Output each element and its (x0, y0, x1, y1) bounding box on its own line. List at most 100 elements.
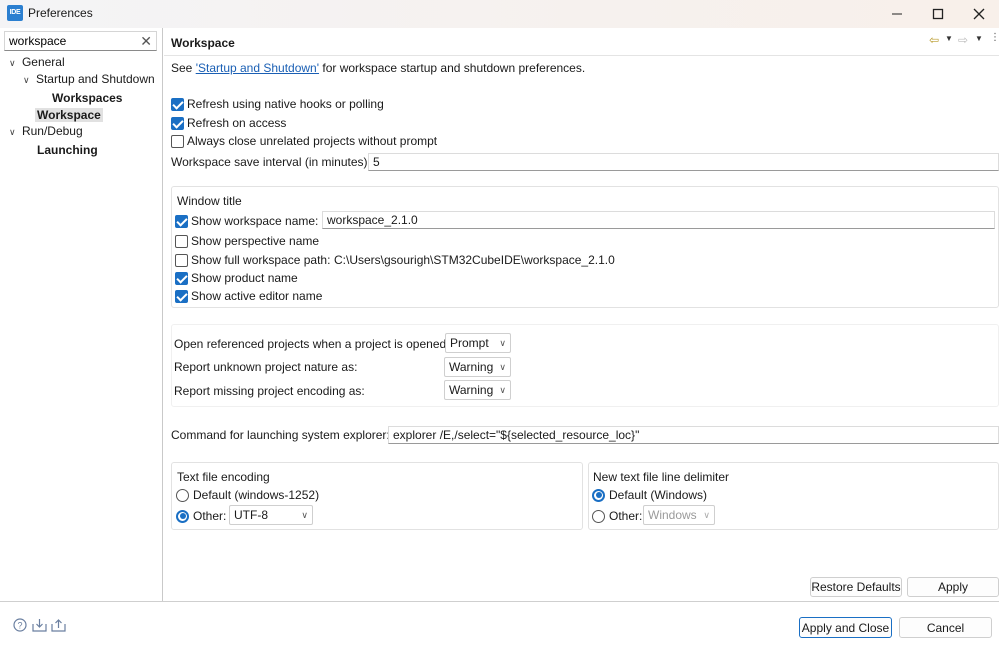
cancel-button[interactable]: Cancel (899, 617, 992, 638)
explorer-command-field[interactable]: explorer /E,/select="${selected_resource… (388, 426, 999, 444)
header-divider (164, 55, 999, 56)
chevron-down-icon[interactable]: ∨ (9, 127, 16, 137)
delimiter-default-radio[interactable] (592, 488, 605, 502)
chevron-down-icon[interactable]: ∨ (23, 75, 30, 85)
close-unrelated-checkbox[interactable] (171, 134, 184, 148)
save-interval-field[interactable]: 5 (368, 153, 999, 171)
delimiter-default-label: Default (Windows) (609, 488, 708, 502)
restore-defaults-button[interactable]: Restore Defaults (810, 577, 902, 597)
encoding-default-label: Default (windows-1252) (193, 488, 320, 502)
refresh-native-option[interactable]: Refresh using native hooks or polling (171, 97, 384, 111)
show-workspace-name-checkbox[interactable] (175, 214, 188, 228)
chevron-down-icon: ∨ (499, 361, 506, 372)
maximize-button[interactable] (916, 0, 960, 28)
refresh-access-checkbox[interactable] (171, 116, 184, 130)
show-product-name-checkbox[interactable] (175, 271, 188, 285)
chevron-down-icon[interactable]: ∨ (9, 58, 16, 68)
maximize-icon (932, 8, 944, 20)
tree-item-label: Launching (37, 143, 98, 157)
tree-item-label: Startup and Shutdown (35, 72, 155, 86)
missing-encoding-select[interactable]: Warning ∨ (444, 380, 511, 400)
delimiter-other-option[interactable]: Other: (592, 509, 642, 523)
filter-box: ✕ (4, 31, 157, 51)
tree-item-workspace[interactable]: Workspace (35, 108, 103, 122)
show-perspective-name-label: Show perspective name (191, 234, 320, 248)
tree-item-workspaces[interactable]: Workspaces (52, 91, 122, 105)
close-window-button[interactable] (957, 0, 999, 28)
clear-filter-icon[interactable]: ✕ (140, 33, 152, 50)
close-icon (973, 8, 985, 20)
encoding-default-radio[interactable] (176, 488, 189, 502)
startup-shutdown-link[interactable]: 'Startup and Shutdown' (196, 61, 319, 75)
svg-text:?: ? (17, 621, 22, 631)
delimiter-default-option[interactable]: Default (Windows) (592, 488, 707, 502)
help-icon[interactable]: ? (13, 618, 27, 632)
workspace-name-field[interactable]: workspace_2.1.0 (322, 211, 995, 229)
window-title: Preferences (28, 6, 93, 20)
unknown-nature-select[interactable]: Warning ∨ (444, 357, 511, 377)
refresh-access-label: Refresh on access (187, 116, 287, 130)
show-perspective-name-option[interactable]: Show perspective name (175, 234, 319, 248)
tree-item-run-debug[interactable]: ∨ Run/Debug (9, 124, 83, 138)
open-referenced-label: Open referenced projects when a project … (174, 337, 450, 351)
show-full-path-checkbox[interactable] (175, 253, 188, 267)
encoding-select[interactable]: UTF-8 ∨ (229, 505, 313, 525)
apply-button[interactable]: Apply (907, 577, 999, 597)
open-referenced-select[interactable]: Prompt ∨ (445, 333, 511, 353)
encoding-other-option[interactable]: Other: (176, 509, 226, 523)
chevron-down-icon: ∨ (301, 509, 308, 520)
chevron-down-icon: ∨ (703, 509, 710, 520)
refresh-native-checkbox[interactable] (171, 97, 184, 111)
tree-item-label: General (21, 55, 65, 69)
encoding-other-label: Other: (193, 509, 227, 523)
window-title-heading: Window title (176, 194, 243, 208)
show-active-editor-label: Show active editor name (191, 289, 323, 303)
tree-item-label: Run/Debug (21, 124, 83, 138)
tree-item-launching[interactable]: Launching (37, 143, 98, 157)
view-menu-icon[interactable]: ⋮ (990, 32, 999, 43)
encoding-other-radio[interactable] (176, 509, 189, 523)
show-full-path-label: Show full workspace path: (191, 253, 331, 267)
show-full-path-option[interactable]: Show full workspace path: (175, 253, 330, 267)
apply-and-close-button[interactable]: Apply and Close (799, 617, 892, 638)
delimiter-other-label: Other: (609, 509, 643, 523)
show-perspective-name-checkbox[interactable] (175, 234, 188, 248)
footer-divider (0, 601, 999, 602)
show-workspace-name-label: Show workspace name: (191, 214, 319, 228)
missing-encoding-value: Warning (449, 383, 494, 397)
show-active-editor-checkbox[interactable] (175, 289, 188, 303)
full-workspace-path-value: C:\Users\gsourigh\STM32CubeIDE\workspace… (334, 253, 615, 267)
text-encoding-heading: Text file encoding (176, 470, 271, 484)
forward-arrow-icon[interactable]: ⇨ (958, 33, 968, 47)
missing-encoding-label: Report missing project encoding as: (174, 384, 365, 398)
chevron-down-icon: ∨ (499, 384, 506, 395)
minimize-icon (892, 13, 902, 15)
refresh-native-label: Refresh using native hooks or polling (187, 97, 384, 111)
delimiter-select[interactable]: Windows ∨ (643, 505, 715, 525)
see-prefix: See (171, 61, 196, 75)
back-arrow-icon[interactable]: ⇦ (929, 33, 939, 47)
tree-item-startup-shutdown[interactable]: ∨ Startup and Shutdown (23, 72, 155, 86)
chevron-down-icon: ∨ (499, 337, 506, 348)
show-active-editor-option[interactable]: Show active editor name (175, 289, 322, 303)
export-icon[interactable] (51, 618, 66, 632)
close-unrelated-label: Always close unrelated projects without … (187, 134, 438, 148)
show-product-name-label: Show product name (191, 271, 298, 285)
tree-item-general[interactable]: ∨ General (9, 55, 65, 69)
back-dropdown-icon[interactable]: ▼ (945, 34, 953, 43)
import-icon[interactable] (32, 618, 47, 632)
delimiter-other-radio[interactable] (592, 509, 605, 523)
show-workspace-name-option[interactable]: Show workspace name: (175, 214, 318, 228)
delimiter-value: Windows (648, 508, 697, 522)
refresh-access-option[interactable]: Refresh on access (171, 116, 286, 130)
show-product-name-option[interactable]: Show product name (175, 271, 298, 285)
forward-dropdown-icon[interactable]: ▼ (975, 34, 983, 43)
save-interval-label: Workspace save interval (in minutes): (171, 155, 371, 169)
line-delimiter-heading: New text file line delimiter (592, 470, 731, 484)
minimize-button[interactable] (875, 0, 919, 28)
unknown-nature-label: Report unknown project nature as: (174, 360, 358, 374)
filter-input[interactable] (5, 32, 135, 50)
close-unrelated-option[interactable]: Always close unrelated projects without … (171, 134, 437, 148)
see-suffix: for workspace startup and shutdown prefe… (319, 61, 586, 75)
encoding-default-option[interactable]: Default (windows-1252) (176, 488, 319, 502)
